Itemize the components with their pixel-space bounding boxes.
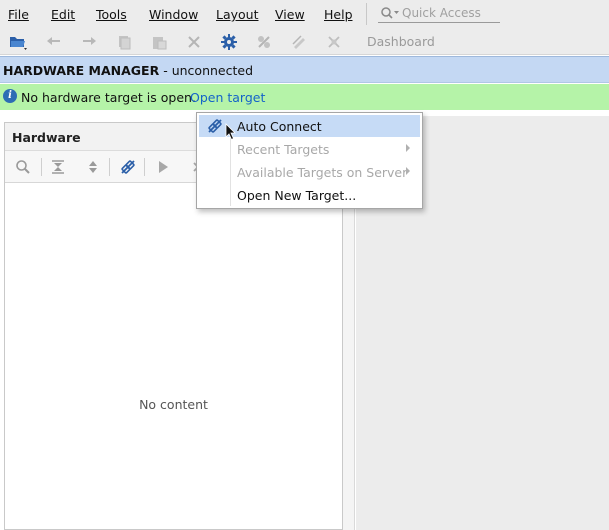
menu-help[interactable]: Help <box>324 7 353 22</box>
toolbar-separator <box>144 158 145 176</box>
quick-access-input[interactable] <box>402 4 498 22</box>
menu-item-recent-targets[interactable]: Recent Targets <box>199 138 420 160</box>
toolbar-separator <box>41 158 42 176</box>
info-icon: i <box>3 89 17 103</box>
auto-connect-icon <box>208 119 222 133</box>
connection-status: unconnected <box>171 63 254 78</box>
menu-item-label: Open New Target... <box>237 188 357 203</box>
menu-item-label: Auto Connect <box>237 119 322 134</box>
info-message: No hardware target is open. <box>21 90 196 105</box>
mouse-cursor-icon <box>225 123 236 141</box>
menu-bar: File Edit Tools Window Layout View Help <box>0 0 609 29</box>
paste-icon[interactable] <box>148 32 170 52</box>
open-project-icon[interactable] <box>7 32 29 52</box>
hardware-panel-title: Hardware <box>12 130 81 145</box>
menu-item-available-targets[interactable]: Available Targets on Server <box>199 161 420 183</box>
search-icon[interactable] <box>12 156 34 178</box>
expand-all-icon[interactable] <box>82 156 104 178</box>
title-separator: - <box>159 63 172 78</box>
menu-layout[interactable]: Layout <box>216 7 259 22</box>
quick-access-box[interactable] <box>378 3 500 23</box>
info-bar: i No hardware target is open. Open targe… <box>0 84 609 110</box>
submenu-arrow-icon <box>406 167 410 175</box>
menu-view[interactable]: View <box>275 7 305 22</box>
page-title: HARDWARE MANAGER <box>3 63 160 78</box>
open-target-link[interactable]: Open target <box>190 90 265 105</box>
undo-icon[interactable] <box>43 32 65 52</box>
auto-connect-icon[interactable] <box>117 156 139 178</box>
menu-file[interactable]: File <box>8 7 29 22</box>
collapse-all-icon[interactable] <box>47 156 69 178</box>
settings-icon[interactable] <box>218 32 240 52</box>
menu-edit[interactable]: Edit <box>51 7 75 22</box>
menubar-separator <box>366 3 367 25</box>
toolbar-separator <box>109 158 110 176</box>
search-icon <box>381 7 399 19</box>
menu-window[interactable]: Window <box>149 7 198 22</box>
menu-item-open-new-target[interactable]: Open New Target... <box>199 184 420 206</box>
redo-icon[interactable] <box>78 32 100 52</box>
empty-state-text: No content <box>139 397 208 412</box>
menu-item-label: Available Targets on Server <box>237 165 408 180</box>
dashboard-button[interactable]: Dashboard <box>367 34 435 49</box>
delete-icon[interactable] <box>183 32 205 52</box>
menu-tools[interactable]: Tools <box>96 7 127 22</box>
main-toolbar: Dashboard <box>0 29 609 55</box>
run-icon[interactable] <box>152 156 174 178</box>
menu-item-label: Recent Targets <box>237 142 330 157</box>
autoconnect-disabled-icon[interactable] <box>253 32 275 52</box>
submenu-arrow-icon <box>406 144 410 152</box>
copy-icon[interactable] <box>113 32 135 52</box>
hardware-manager-title-bar: HARDWARE MANAGER - unconnected <box>0 56 609 83</box>
program-device-icon[interactable] <box>288 32 310 52</box>
disconnect-icon[interactable] <box>323 32 345 52</box>
